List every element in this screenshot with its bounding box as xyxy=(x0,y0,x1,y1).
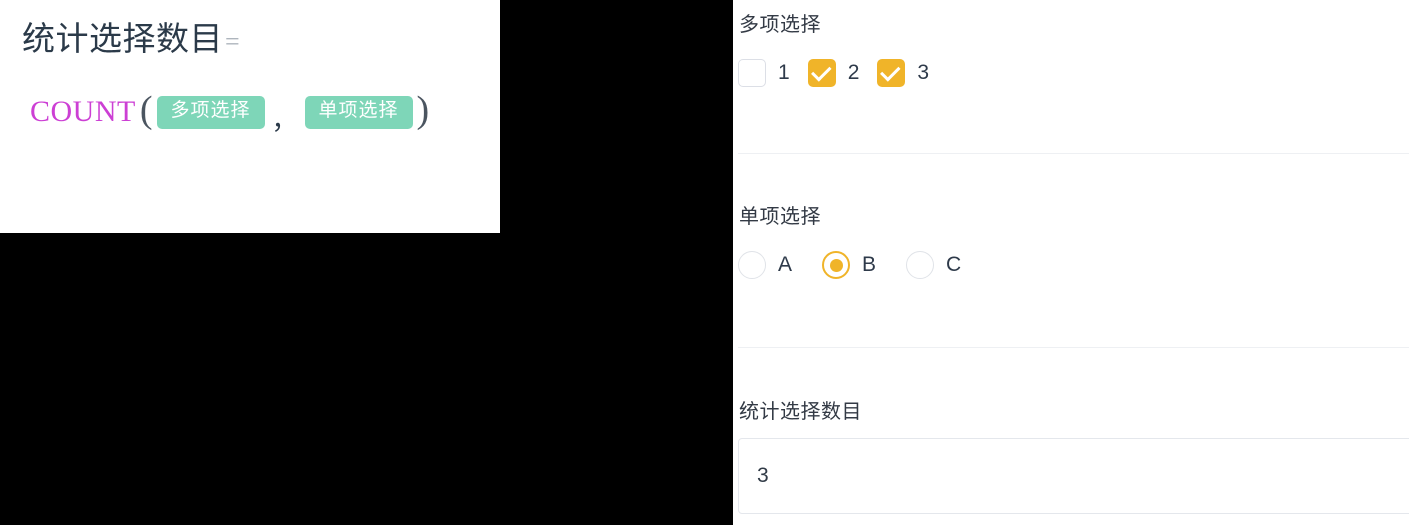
field-group-single-select: 单项选择 A B C xyxy=(738,200,1409,279)
field-group-multi-select: 多项选择 1 2 3 xyxy=(738,8,1409,87)
radio-b-circle[interactable] xyxy=(822,251,851,279)
radio-a-circle[interactable] xyxy=(738,251,766,279)
radio-option-b-label: B xyxy=(862,253,877,276)
checkbox-option-2-label: 2 xyxy=(847,61,860,84)
radio-option-c-label: C xyxy=(946,253,962,276)
radio-option-c[interactable]: C xyxy=(906,251,961,279)
checkbox-1-box[interactable] xyxy=(738,59,766,87)
field-label-multi-select: 多项选择 xyxy=(739,14,821,36)
field-label-count-result: 统计选择数目 xyxy=(739,401,862,423)
argument-separator: ， xyxy=(271,105,298,135)
checkbox-option-2[interactable]: 2 xyxy=(807,59,860,87)
formula-equals-sign: = xyxy=(225,27,241,56)
checkbox-3-box[interactable] xyxy=(877,59,906,87)
formula-title-text: 统计选择数目 xyxy=(22,20,223,57)
count-function-name: COUNT xyxy=(30,95,136,129)
checkbox-option-3-label: 3 xyxy=(917,61,930,84)
formula-title: 统计选择数目= xyxy=(22,18,478,59)
field-divider-2 xyxy=(738,347,1409,348)
field-group-count-result: 统计选择数目 3 xyxy=(738,395,1409,514)
field-label-single-select: 单项选择 xyxy=(739,206,821,228)
checkbox-2-box[interactable] xyxy=(807,59,836,87)
radio-option-b[interactable]: B xyxy=(822,251,876,279)
formula-argument-chip-1[interactable]: 多项选择 xyxy=(156,95,265,129)
radio-c-circle[interactable] xyxy=(906,251,935,279)
checkbox-option-1[interactable]: 1 xyxy=(738,59,790,87)
checkbox-option-1-label: 1 xyxy=(778,61,790,84)
radio-group-single-select: A B C xyxy=(738,251,1409,279)
form-panel: 多项选择 1 2 3 单项选择 A B C 统计选择数目 3 xyxy=(733,0,1409,525)
open-paren: ( xyxy=(139,89,153,132)
radio-option-a[interactable]: A xyxy=(738,251,792,279)
checkbox-option-3[interactable]: 3 xyxy=(877,59,929,87)
formula-expression: COUNT ( 多项选择 ， 单项选择 ) xyxy=(30,89,478,135)
checkbox-group-multi-select: 1 2 3 xyxy=(738,59,1409,87)
field-divider-1 xyxy=(738,153,1409,154)
count-result-input[interactable]: 3 xyxy=(738,438,1409,514)
formula-argument-chip-2[interactable]: 单项选择 xyxy=(304,95,413,129)
radio-option-a-label: A xyxy=(778,253,793,276)
formula-preview-card: 统计选择数目= COUNT ( 多项选择 ， 单项选择 ) xyxy=(0,0,500,233)
count-result-value: 3 xyxy=(757,464,769,487)
close-paren: ) xyxy=(416,89,430,132)
